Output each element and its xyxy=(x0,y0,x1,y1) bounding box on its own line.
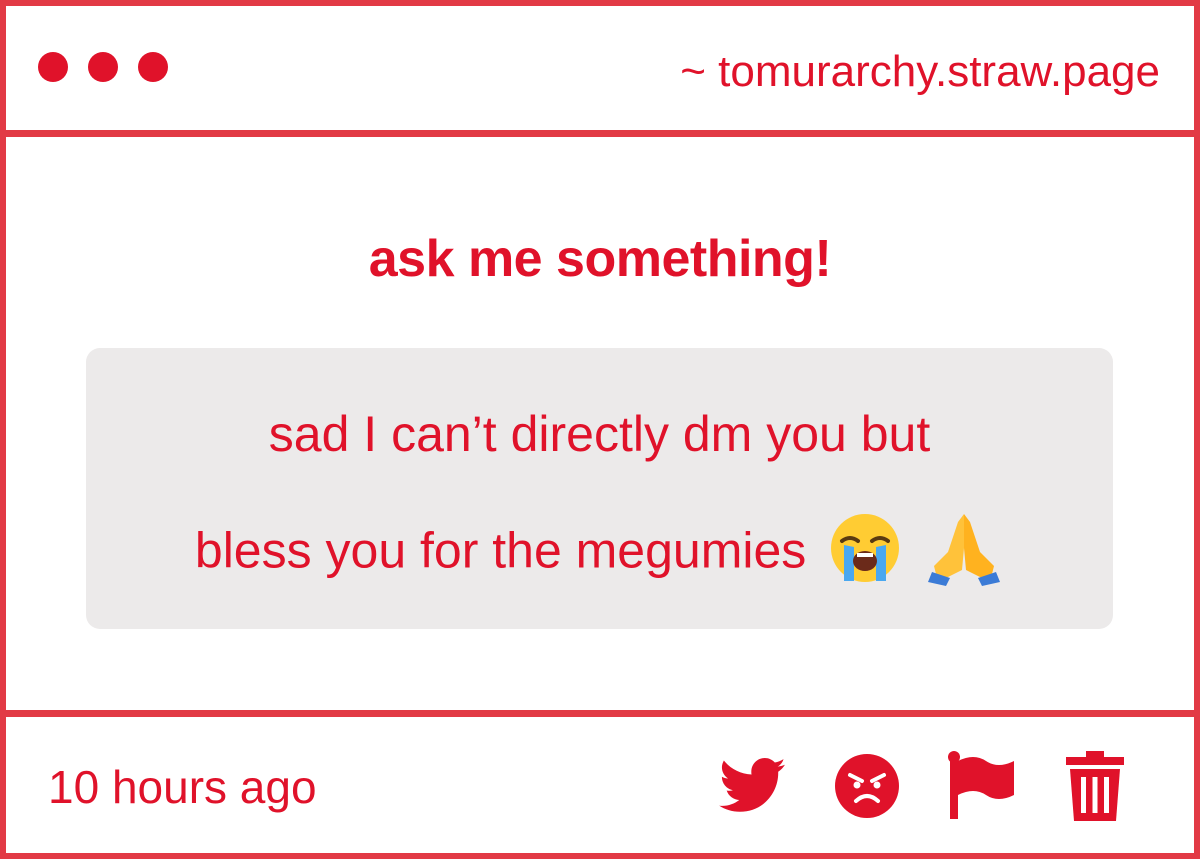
message-line-2-text: bless you for the megumies xyxy=(194,522,807,579)
report-button[interactable] xyxy=(946,751,1016,821)
message-line-1: sad I can’t directly dm you but xyxy=(268,406,931,462)
window-controls xyxy=(38,52,168,82)
share-twitter-button[interactable] xyxy=(718,751,788,821)
message-card: sad I can’t directly dm you but bless yo… xyxy=(86,348,1113,629)
loudly-crying-face-emoji xyxy=(828,511,902,598)
footer-bar: 10 hours ago xyxy=(6,717,1194,853)
flag-icon xyxy=(948,751,1014,819)
trash-icon xyxy=(1066,751,1124,821)
header-divider xyxy=(6,130,1194,137)
delete-button[interactable] xyxy=(1060,751,1130,821)
window-dot-1 xyxy=(38,52,68,82)
footer-divider xyxy=(6,710,1194,717)
block-button[interactable] xyxy=(832,751,902,821)
angry-face-icon xyxy=(835,754,899,818)
title-bar: ~ tomurarchy.straw.page xyxy=(6,6,1194,130)
window-frame: ~ tomurarchy.straw.page ask me something… xyxy=(0,0,1200,859)
window-dot-3 xyxy=(138,52,168,82)
timestamp: 10 hours ago xyxy=(48,761,317,813)
twitter-icon xyxy=(719,758,786,812)
window-dot-2 xyxy=(88,52,118,82)
ask-prompt-heading: ask me something! xyxy=(368,230,832,288)
message-line-2: bless you for the megumies xyxy=(86,508,1113,601)
page-url: ~ tomurarchy.straw.page xyxy=(680,47,1160,96)
folded-hands-emoji xyxy=(924,508,1004,601)
main-content: ask me something! sad I can’t directly d… xyxy=(6,137,1194,710)
action-buttons xyxy=(718,751,1130,821)
